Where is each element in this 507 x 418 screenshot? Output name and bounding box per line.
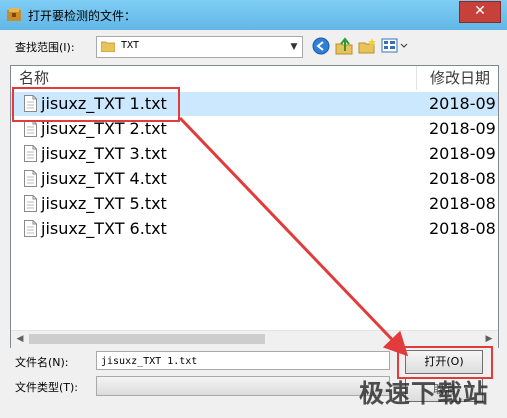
text-file-icon [24,145,37,162]
text-file-icon [24,195,37,212]
file-row[interactable]: jisuxz_TXT 3.txt 2018-09 [11,142,498,166]
text-file-icon [24,220,37,237]
text-file-icon [24,120,37,137]
scroll-left-icon[interactable]: ◀ [13,333,27,346]
look-in-value: TXT [121,40,140,51]
file-name-input[interactable]: jisuxz_TXT 1.txt [96,351,390,370]
file-name: jisuxz_TXT 4.txt [41,169,167,188]
look-in-label: 查找范围(I): [15,41,75,54]
file-date: 2018-09 [429,94,496,113]
view-menu-icon[interactable] [380,37,408,55]
file-row[interactable]: jisuxz_TXT 5.txt 2018-08 [11,192,498,216]
file-date: 2018-09 [429,119,496,138]
text-file-icon [24,170,37,187]
file-row[interactable]: jisuxz_TXT 6.txt 2018-08 [11,217,498,241]
scrollbar-thumb[interactable] [29,334,265,344]
chevron-down-icon[interactable]: ▼ [286,37,302,57]
window-title: 打开要检测的文件： [28,9,137,23]
file-name: jisuxz_TXT 5.txt [41,194,167,213]
column-header-date[interactable]: 修改日期 [416,66,498,90]
file-type-label: 文件类型(T): [15,381,79,394]
back-icon[interactable] [311,37,331,55]
scroll-right-icon[interactable]: ▶ [482,333,496,346]
app-icon [7,8,21,21]
file-date: 2018-08 [429,219,496,238]
file-name: jisuxz_TXT 6.txt [41,219,167,238]
open-file-dialog: 打开要检测的文件： ✕ 查找范围(I): TXT ▼ 名称 修改日期 jisux… [0,0,507,418]
up-folder-icon[interactable] [334,37,354,55]
folder-icon [101,41,115,52]
new-folder-icon[interactable] [357,37,377,55]
file-date: 2018-08 [429,169,496,188]
file-row[interactable]: jisuxz_TXT 4.txt 2018-08 [11,167,498,191]
file-name: jisuxz_TXT 3.txt [41,144,167,163]
highlight-box-file [12,87,180,122]
title-bar[interactable]: 打开要检测的文件： ✕ [0,0,507,30]
file-date: 2018-08 [429,194,496,213]
look-in-dropdown[interactable]: TXT ▼ [96,36,303,58]
watermark: 极速下载站 [358,379,489,408]
close-button[interactable]: ✕ [459,1,501,23]
file-type-dropdown[interactable] [96,376,390,396]
file-date: 2018-09 [429,144,496,163]
file-name-label: 文件名(N): [15,356,69,369]
